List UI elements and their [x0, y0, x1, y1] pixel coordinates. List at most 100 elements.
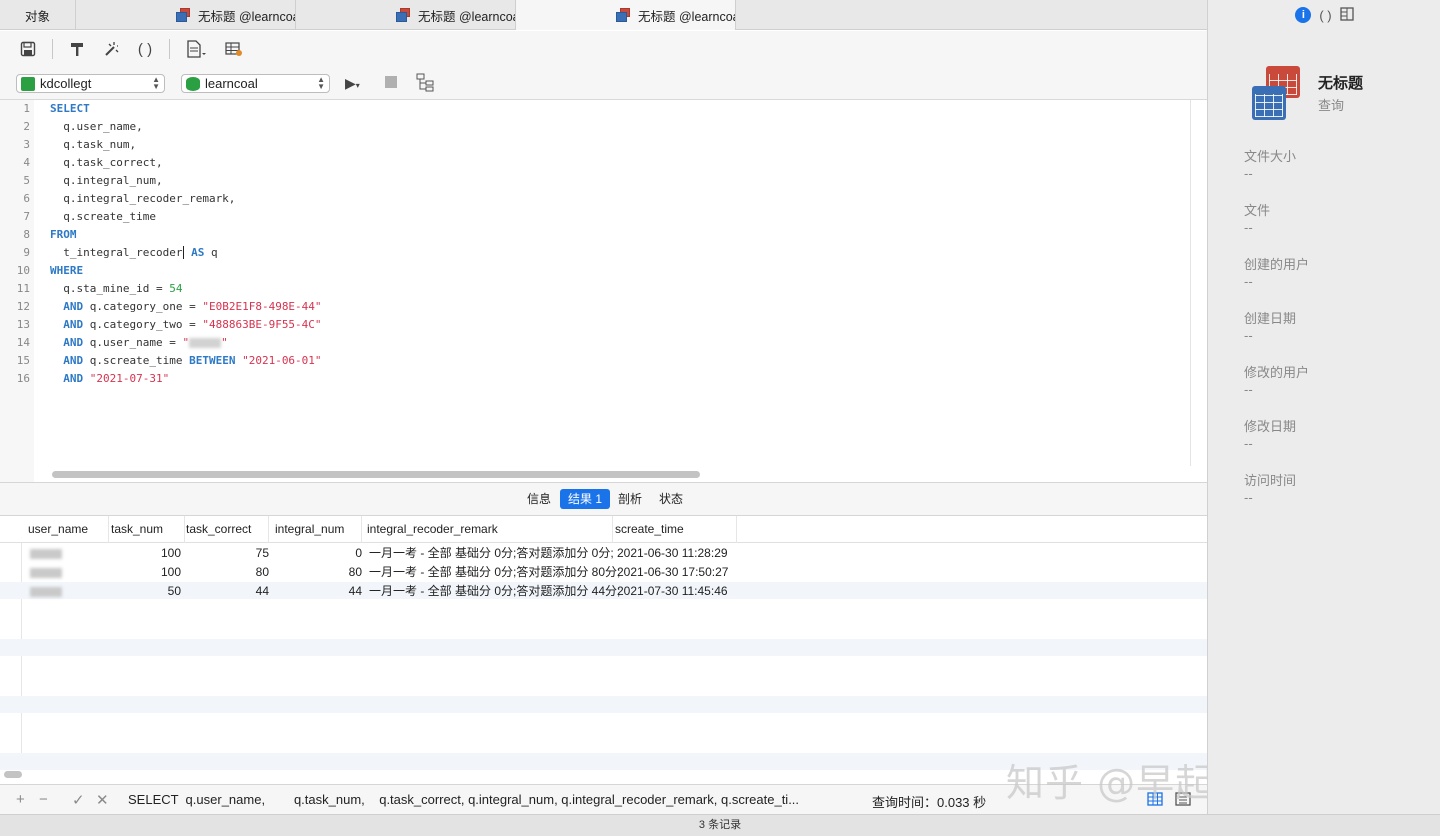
property-created-by: 创建的用户 --: [1244, 254, 1309, 289]
tab-info[interactable]: 信息: [519, 489, 559, 509]
sql-keyword: AND: [63, 372, 84, 385]
line-number: 1: [23, 102, 30, 115]
sql-keyword: WHERE: [50, 264, 84, 277]
discard-x-icon[interactable]: ✕: [96, 791, 109, 809]
code-line: q.screate_time: [50, 210, 156, 223]
code-line: q.integral_recoder_remark,: [50, 192, 236, 205]
run-play-icon[interactable]: ▶▾: [345, 75, 360, 92]
select-updown-icon: ▲ ▼: [152, 75, 160, 91]
sql-string: ": [182, 336, 190, 349]
connection-icon: [21, 76, 35, 91]
column-header-task-num[interactable]: task_num: [105, 516, 185, 543]
sql-code[interactable]: SELECT q.user_name, q.task_num, q.task_c…: [50, 100, 1190, 388]
property-value: --: [1244, 382, 1253, 397]
tab-result-1[interactable]: 结果 1: [560, 489, 611, 509]
line-number: 7: [23, 210, 30, 223]
code-line: AND q.category_one = "E0B2E1F8-498E-44": [50, 298, 1190, 316]
code-line: q.integral_num,: [50, 174, 163, 187]
parentheses-icon[interactable]: ( ): [133, 37, 157, 61]
panel-split-icon[interactable]: [1339, 6, 1354, 24]
editor-horizontal-scrollbar[interactable]: [52, 471, 700, 478]
line-number: 16: [16, 372, 30, 385]
query-table-icon: [616, 8, 630, 22]
save-icon[interactable]: [16, 37, 40, 61]
line-number: 8: [23, 228, 30, 241]
tab-profile[interactable]: 剖析: [610, 489, 650, 509]
stop-icon[interactable]: [385, 76, 397, 88]
sql-keyword: AND: [63, 354, 84, 367]
add-row-icon[interactable]: +: [16, 791, 25, 808]
property-created-date: 创建日期 --: [1244, 308, 1296, 343]
redacted-value: [189, 338, 222, 348]
code-line: AND q.category_two = "488863BE-9F55-4C": [50, 316, 1190, 334]
connection-toolbar: kdcollegt ▲ ▼ learncoal ▲ ▼ ▶▾: [0, 67, 1207, 100]
database-select[interactable]: learncoal ▲ ▼: [181, 74, 330, 93]
cell-integral-num: 0: [355, 546, 362, 560]
grid-horizontal-scrollbar[interactable]: [4, 771, 22, 778]
property-modified-by: 修改的用户 --: [1244, 362, 1309, 397]
code-line: FROM: [50, 226, 1190, 244]
row-stripe: [0, 639, 1207, 656]
table-row[interactable]: 50 44 44 一月一考 - 全部 基础分 0分;答对题添加分 44分; 20…: [22, 582, 1207, 601]
sql-string: "2021-07-31": [89, 372, 170, 385]
connection-select[interactable]: kdcollegt ▲ ▼: [16, 74, 165, 93]
tab-objects[interactable]: 对象: [0, 0, 76, 30]
table-row[interactable]: 100 80 80 一月一考 - 全部 基础分 0分;答对题添加分 80分; 2…: [22, 563, 1207, 582]
info-icon[interactable]: i: [1295, 7, 1312, 23]
code-line: q.user_name,: [50, 120, 143, 133]
tab-query-1[interactable]: 无标题 @learncoal (kdcol...: [76, 0, 296, 30]
magic-wand-icon[interactable]: [99, 37, 123, 61]
code-text: q.sta_mine_id =: [50, 282, 170, 295]
line-number-gutter: 1 2 3 4 5 6 7 8 9 10 11 12 13 14 15 16: [0, 100, 34, 482]
sql-keyword: FROM: [50, 228, 77, 241]
cell-screate-time: 2021-06-30 17:50:27: [617, 565, 729, 579]
tab-query-1-label: 无标题 @learncoal (kdcol...: [198, 9, 295, 24]
property-label: 文件大小: [1244, 149, 1297, 164]
code-text: q.user_name =: [83, 336, 183, 349]
document-snippet-icon[interactable]: [182, 37, 212, 61]
delete-row-icon[interactable]: −: [39, 791, 48, 808]
ddl-parentheses-icon[interactable]: ( ): [1319, 8, 1331, 23]
apply-check-icon[interactable]: ✓: [72, 791, 85, 809]
property-label: 修改日期: [1244, 419, 1297, 434]
column-header-remark[interactable]: integral_recoder_remark: [361, 516, 613, 543]
tab-query-2[interactable]: 无标题 @learncoal (kdcol...: [296, 0, 516, 30]
query-table-icon: [396, 8, 410, 22]
grid-header: user_name task_num task_correct integral…: [0, 516, 1207, 543]
column-header-user-name[interactable]: user_name: [22, 516, 109, 543]
line-number: 14: [16, 336, 30, 349]
line-number: 3: [23, 138, 30, 151]
query-time: 查询时间：0.033 秒: [872, 795, 987, 810]
info-panel: i ( ) 无标题 查询 文件大小 -- 文件 -- 创建的用户 -- 创建日期…: [1207, 0, 1440, 814]
line-number: 12: [16, 300, 30, 313]
database-icon: [186, 76, 200, 91]
query-table-icon: [176, 8, 190, 22]
sql-preview: SELECT q.user_name, q.task_num, q.task_c…: [128, 792, 800, 807]
code-line: AND "2021-07-31": [50, 370, 1190, 388]
property-value: --: [1244, 166, 1253, 181]
code-text: q.category_two =: [83, 318, 203, 331]
cell-task-correct: 75: [255, 546, 269, 560]
tab-status[interactable]: 状态: [651, 489, 691, 509]
table-row[interactable]: 100 75 0 一月一考 - 全部 基础分 0分;答对题添加分 0分; 202…: [22, 544, 1207, 563]
property-file-size: 文件大小 --: [1244, 146, 1296, 181]
result-tabs: 信息 结果 1 剖析 状态: [0, 482, 1207, 516]
column-header-task-correct[interactable]: task_correct: [180, 516, 269, 543]
sql-editor[interactable]: 1 2 3 4 5 6 7 8 9 10 11 12 13 14 15 16 S…: [0, 100, 1207, 482]
code-line: q.task_correct,: [50, 156, 163, 169]
sql-keyword: AND: [63, 300, 84, 313]
column-header-integral-num[interactable]: integral_num: [269, 516, 362, 543]
cell-task-correct: 44: [255, 584, 269, 598]
property-label: 修改的用户: [1244, 365, 1310, 380]
line-number: 6: [23, 192, 30, 205]
code-line: SELECT: [50, 100, 1190, 118]
result-grid: user_name task_num task_correct integral…: [0, 516, 1207, 778]
tab-query-3[interactable]: 无标题 @learncoal (kdcol...: [516, 0, 736, 30]
cell-screate-time: 2021-07-30 11:45:46: [617, 584, 728, 598]
format-hammer-icon[interactable]: [65, 37, 89, 61]
query-large-icon: [1252, 66, 1302, 122]
explain-table-icon[interactable]: [222, 37, 246, 61]
explain-plan-icon[interactable]: [416, 73, 436, 96]
cell-task-num: 100: [160, 546, 181, 560]
column-header-screate-time[interactable]: screate_time: [609, 516, 737, 543]
